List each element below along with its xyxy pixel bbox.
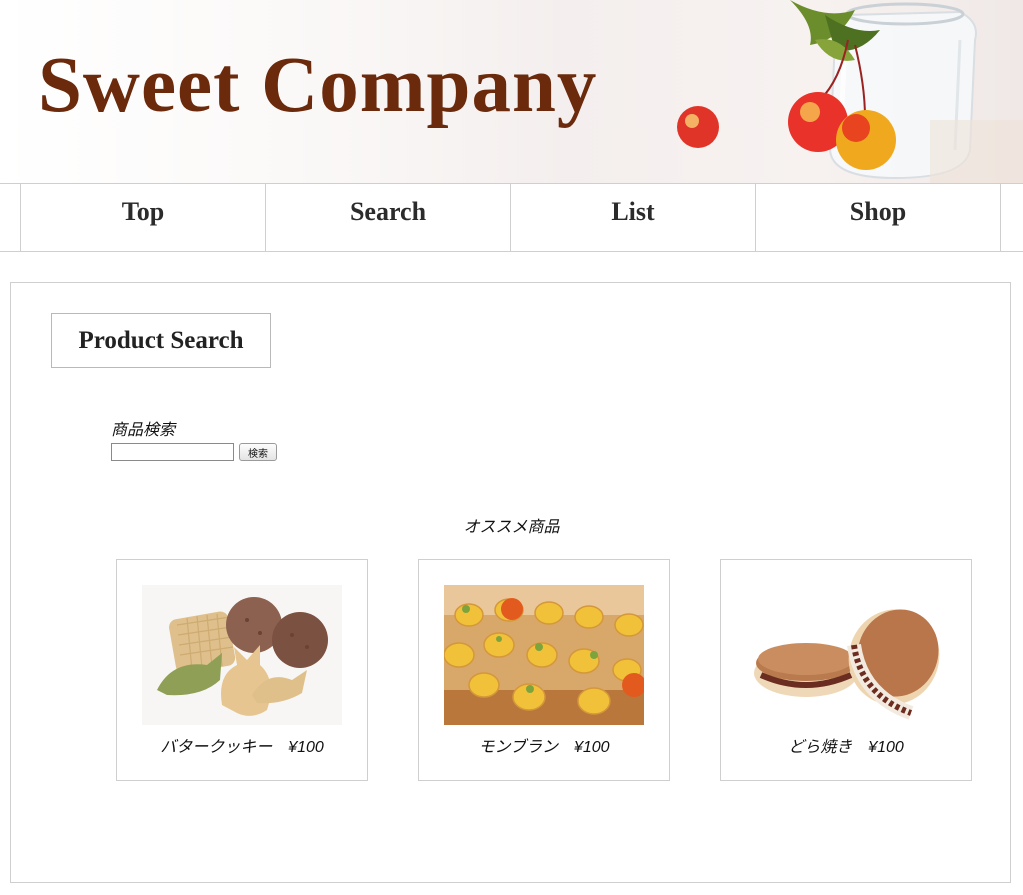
product-card[interactable]: どら焼き ¥100 bbox=[720, 559, 972, 781]
page-title: Product Search bbox=[51, 313, 271, 368]
product-card[interactable]: モンブラン ¥100 bbox=[418, 559, 670, 781]
search-button[interactable]: 検索 bbox=[239, 443, 277, 461]
product-caption: どら焼き ¥100 bbox=[788, 739, 904, 756]
butter-cookie-image bbox=[142, 585, 342, 725]
product-caption: モンブラン ¥100 bbox=[478, 739, 610, 756]
nav-top[interactable]: Top bbox=[20, 184, 265, 251]
content-panel: Product Search 商品検索 検索 オススメ商品 バタークッキー ¥1… bbox=[10, 282, 1011, 883]
dorayaki-image bbox=[746, 585, 946, 725]
site-title: Sweet Company bbox=[38, 42, 598, 129]
search-input[interactable] bbox=[111, 443, 234, 461]
mont-blanc-image bbox=[444, 585, 644, 725]
nav-list[interactable]: List bbox=[510, 184, 755, 251]
search-label: 商品検索 bbox=[111, 422, 176, 439]
recommended-title: オススメ商品 bbox=[463, 519, 560, 536]
main-nav: Top Search List Shop bbox=[0, 183, 1023, 252]
cherries-jar-image bbox=[677, 0, 1023, 183]
nav-search[interactable]: Search bbox=[265, 184, 510, 251]
nav-shop[interactable]: Shop bbox=[755, 184, 1001, 251]
product-caption: バタークッキー ¥100 bbox=[160, 739, 324, 756]
site-header: Sweet Company bbox=[0, 0, 1023, 183]
product-card[interactable]: バタークッキー ¥100 bbox=[116, 559, 368, 781]
